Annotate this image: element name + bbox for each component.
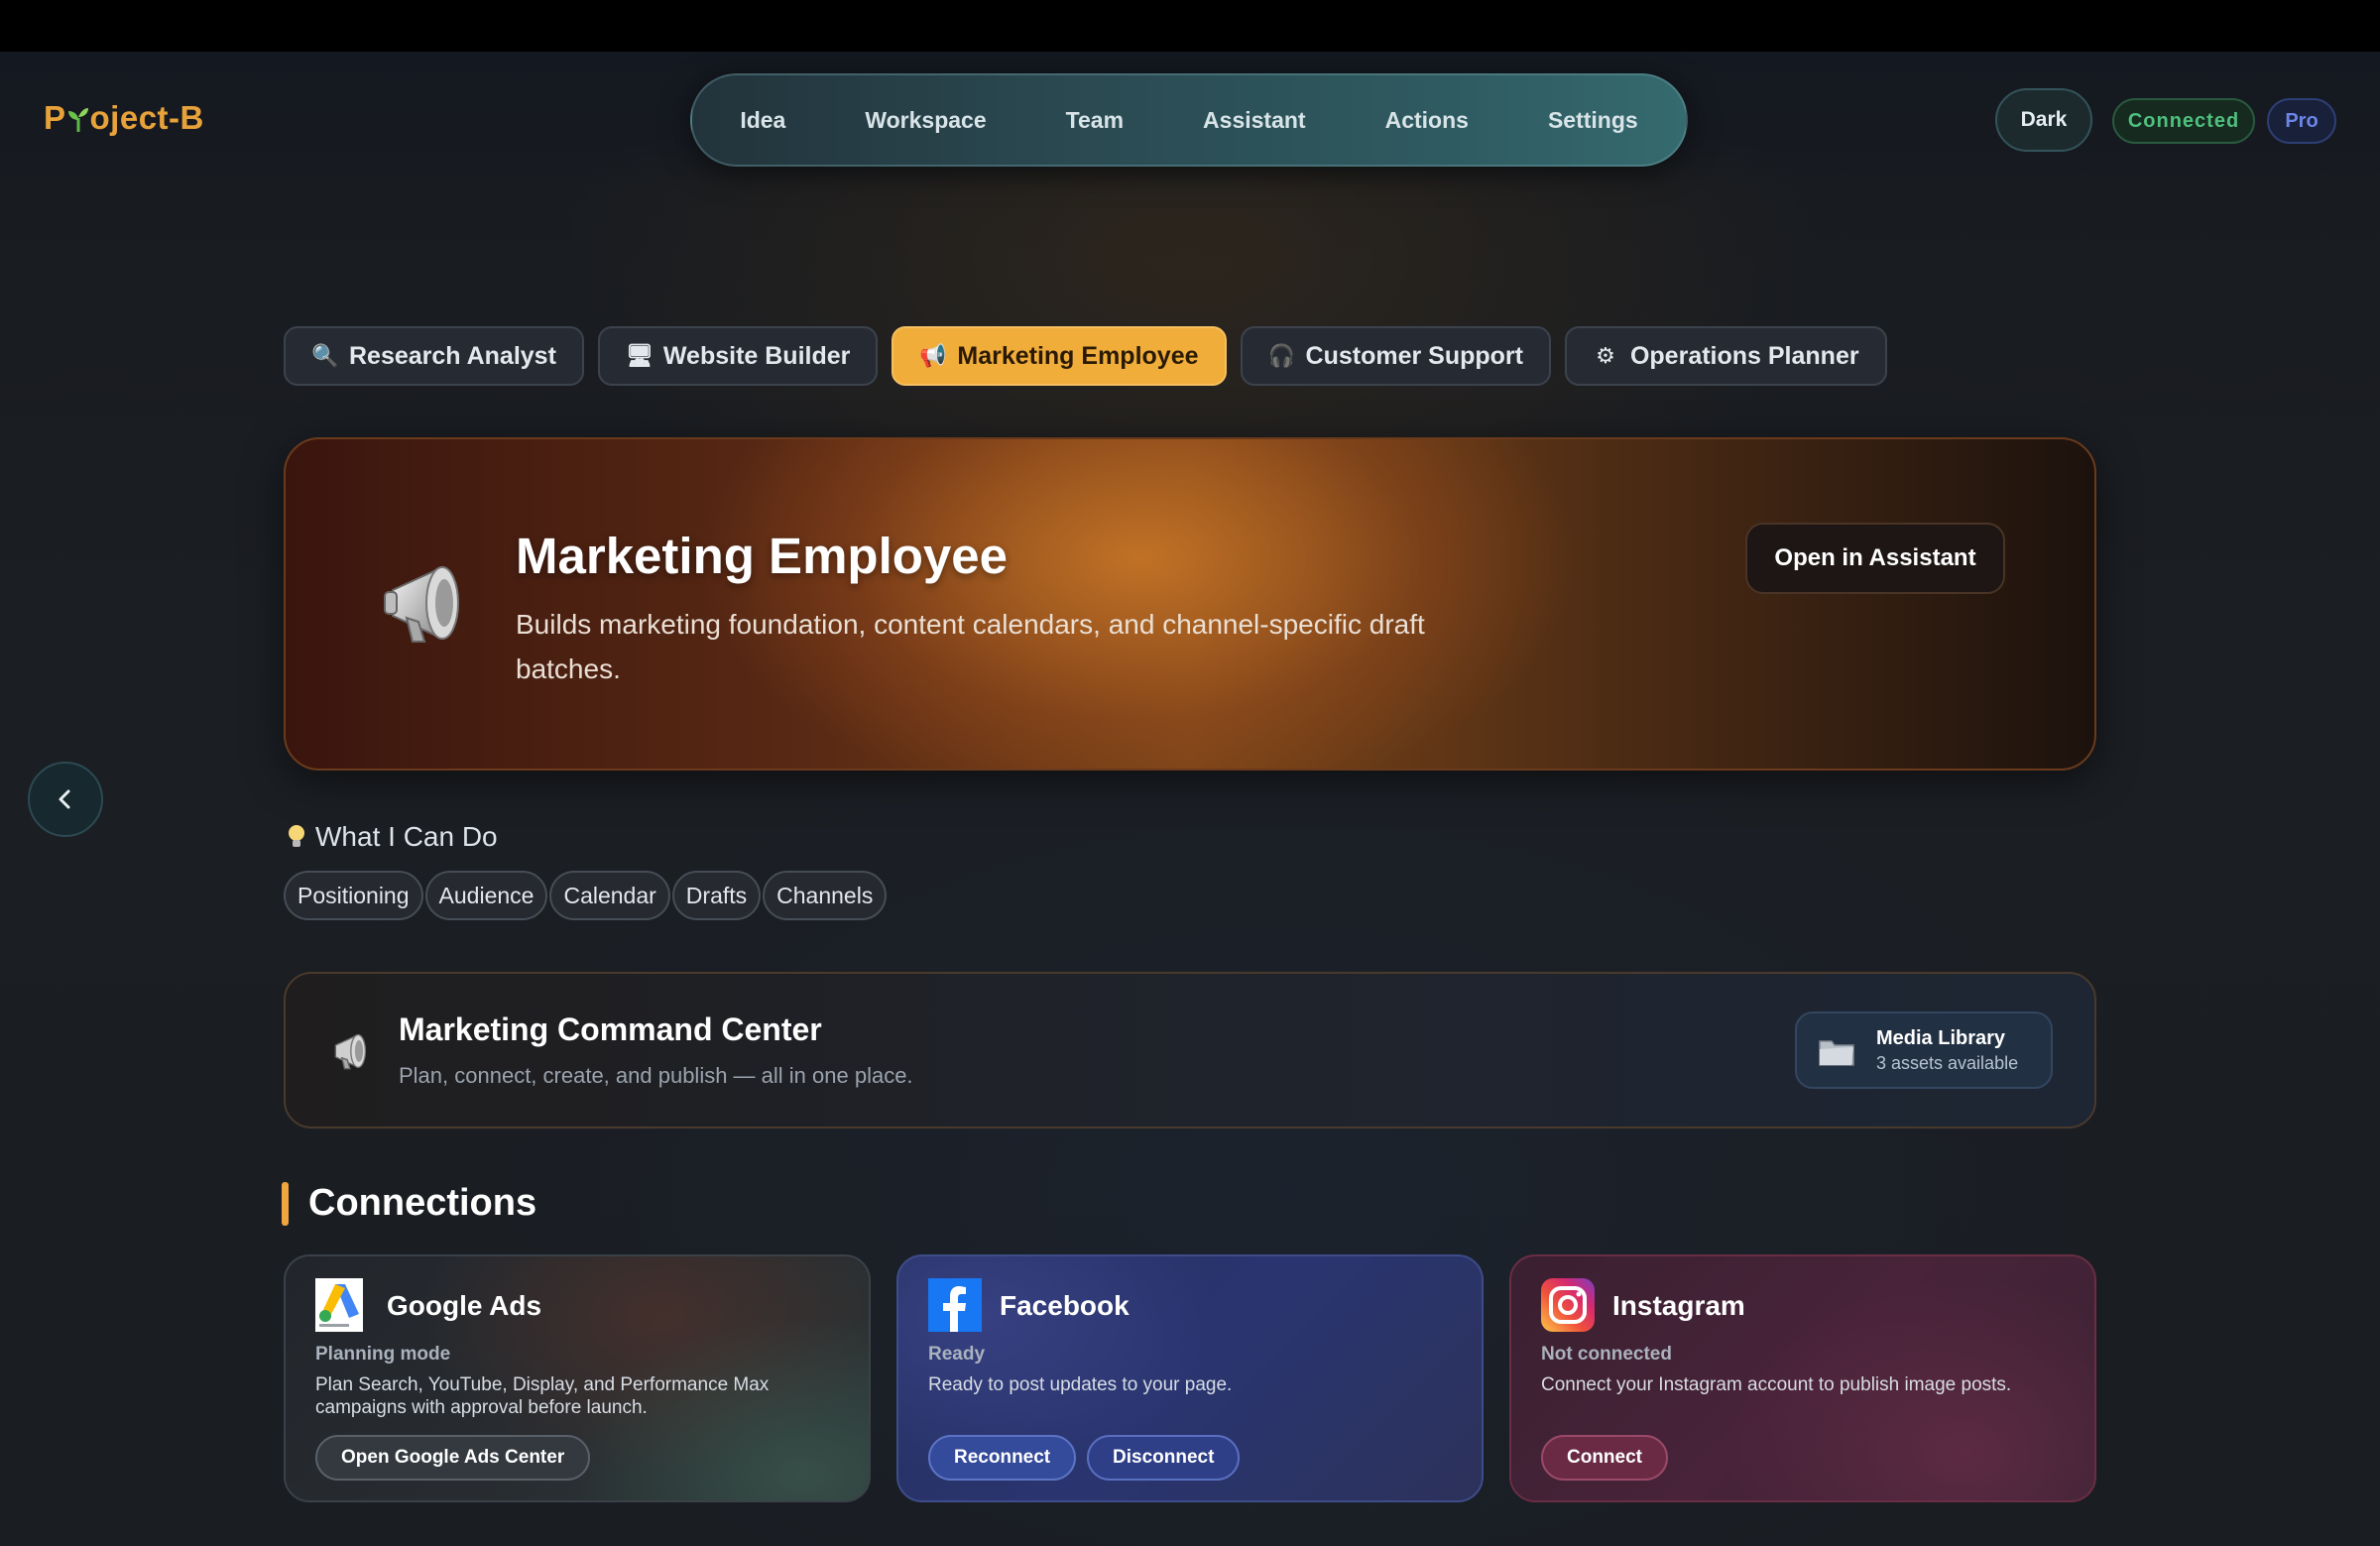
tab-customer-support[interactable]: 🎧 Customer Support xyxy=(1240,326,1551,386)
tab-label: Research Analyst xyxy=(349,341,556,370)
plan-badge: Pro xyxy=(2267,98,2336,144)
google-ads-icon xyxy=(315,1278,363,1332)
nav-team[interactable]: Team xyxy=(1026,73,1163,167)
theme-toggle-button[interactable]: Dark xyxy=(1995,88,2092,152)
media-library-count: 3 assets available xyxy=(1876,1053,2019,1073)
megaphone-icon xyxy=(329,1025,379,1075)
card-title: Instagram xyxy=(1612,1290,1745,1321)
card-status: Not connected xyxy=(1541,1344,1672,1365)
back-button[interactable] xyxy=(28,762,103,837)
lightbulb-icon xyxy=(289,825,304,847)
magnifier-icon: 🔍 xyxy=(311,343,339,368)
megaphone-icon xyxy=(379,546,488,655)
card-status: Ready xyxy=(928,1344,986,1365)
nav-assistant[interactable]: Assistant xyxy=(1163,73,1346,167)
card-title: Facebook xyxy=(1000,1290,1130,1321)
chip-drafts[interactable]: Drafts xyxy=(671,871,762,920)
agent-description: Builds marketing foundation, content cal… xyxy=(516,609,1425,684)
chip-calendar[interactable]: Calendar xyxy=(549,871,670,920)
command-center-subtitle: Plan, connect, create, and publish — all… xyxy=(399,1063,913,1088)
chip-positioning[interactable]: Positioning xyxy=(284,871,423,920)
logo-prefix: P xyxy=(44,99,66,136)
instagram-icon xyxy=(1541,1278,1595,1332)
card-description: Ready to post updates to your page. xyxy=(928,1374,1233,1395)
tab-label: Operations Planner xyxy=(1629,341,1859,370)
reconnect-button[interactable]: Reconnect xyxy=(928,1435,1077,1481)
facebook-icon xyxy=(928,1278,982,1332)
command-center-card: Marketing Command Center Plan, connect, … xyxy=(284,972,2096,1129)
monitor-icon: 🖥 xyxy=(625,343,654,368)
card-description: Connect your Instagram account to publis… xyxy=(1541,1374,2012,1395)
nav-idea[interactable]: Idea xyxy=(700,73,825,167)
tab-label: Customer Support xyxy=(1305,341,1523,370)
card-description: Plan Search, YouTube, Display, and Perfo… xyxy=(315,1374,770,1418)
connection-card-facebook: Facebook Ready Ready to post updates to … xyxy=(896,1254,1484,1502)
app-logo[interactable]: P oject-B xyxy=(44,99,204,137)
main-nav: Idea Workspace Team Assistant Actions Se… xyxy=(690,73,1688,167)
connect-button[interactable]: Connect xyxy=(1541,1435,1668,1481)
card-title: Google Ads xyxy=(387,1290,542,1321)
headphones-icon: 🎧 xyxy=(1267,343,1295,368)
folder-icon xyxy=(1817,1031,1856,1071)
gear-icon: ⚙ xyxy=(1596,343,1615,368)
tab-website-builder[interactable]: 🖥 Website Builder xyxy=(597,326,879,386)
tab-operations-planner[interactable]: ⚙ Operations Planner xyxy=(1564,326,1887,386)
connection-card-instagram: Instagram Not connected Connect your Ins… xyxy=(1509,1254,2096,1502)
agent-title: Marketing Employee xyxy=(516,528,1008,584)
agent-tab-bar: 🔍 Research Analyst 🖥 Website Builder 📢 M… xyxy=(284,326,1887,386)
open-google-ads-center-button[interactable]: Open Google Ads Center xyxy=(315,1435,591,1481)
command-center-title: Marketing Command Center xyxy=(399,1011,822,1047)
chevron-left-icon xyxy=(59,789,70,809)
connection-status-badge: Connected xyxy=(2112,98,2255,144)
tab-label: Website Builder xyxy=(662,341,851,370)
media-library-title: Media Library xyxy=(1876,1027,2006,1049)
capabilities-title: What I Can Do xyxy=(315,821,498,852)
disconnect-button[interactable]: Disconnect xyxy=(1087,1435,1241,1481)
tab-label: Marketing Employee xyxy=(957,341,1199,370)
capability-chips: Positioning Audience Calendar Drafts Cha… xyxy=(284,871,888,920)
logo-suffix: oject-B xyxy=(89,99,204,136)
tab-research-analyst[interactable]: 🔍 Research Analyst xyxy=(284,326,584,386)
card-status: Planning mode xyxy=(315,1344,451,1365)
tab-marketing-employee[interactable]: 📢 Marketing Employee xyxy=(892,326,1227,386)
nav-settings[interactable]: Settings xyxy=(1508,73,1678,167)
window-top-bar xyxy=(0,0,2380,52)
open-in-assistant-button[interactable]: Open in Assistant xyxy=(1745,523,2005,594)
megaphone-icon: 📢 xyxy=(919,343,947,368)
nav-actions[interactable]: Actions xyxy=(1346,73,1508,167)
chip-audience[interactable]: Audience xyxy=(424,871,548,920)
connection-card-google-ads: Google Ads Planning mode Plan Search, Yo… xyxy=(284,1254,871,1502)
agent-hero-card: Marketing Employee Builds marketing foun… xyxy=(284,437,2096,771)
section-accent-bar xyxy=(282,1182,289,1226)
connections-heading: Connections xyxy=(308,1182,537,1224)
media-library-button[interactable]: Media Library 3 assets available xyxy=(1795,1011,2053,1089)
nav-workspace[interactable]: Workspace xyxy=(825,73,1025,167)
sprout-icon xyxy=(67,104,89,132)
chip-channels[interactable]: Channels xyxy=(763,871,888,920)
capabilities-heading: What I Can Do xyxy=(286,821,498,853)
